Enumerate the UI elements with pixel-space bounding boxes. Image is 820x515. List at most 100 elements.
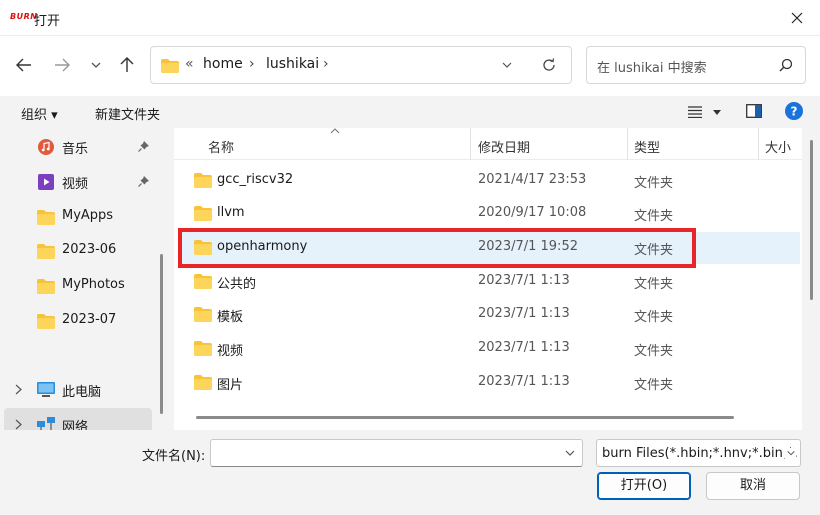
folder-icon	[194, 173, 212, 188]
search-icon	[779, 58, 793, 72]
chevron-down-icon[interactable]	[564, 448, 576, 458]
folder-icon	[37, 244, 55, 259]
organize-menu-button[interactable]: 组织 ▾	[21, 104, 58, 123]
recent-locations-button[interactable]	[83, 52, 109, 78]
file-row[interactable]: 图片 2023/7/1 1:13 文件夹	[182, 367, 800, 399]
file-type: 文件夹	[634, 344, 674, 359]
file-name: 图片	[217, 378, 244, 393]
pin-icon[interactable]	[138, 176, 149, 187]
file-type: 文件夹	[634, 310, 674, 325]
file-date: 2023/7/1 1:13	[478, 374, 570, 389]
column-header-type[interactable]: 类型	[634, 137, 660, 156]
file-name: 视频	[217, 344, 244, 359]
sidebar-item-label: MyPhotos	[62, 277, 125, 292]
folder-icon	[194, 206, 212, 221]
pin-icon[interactable]	[138, 141, 149, 152]
chevron-down-icon[interactable]	[784, 448, 796, 458]
folder-icon	[37, 210, 55, 225]
new-folder-button[interactable]: 新建文件夹	[95, 104, 160, 123]
file-date: 2020/9/17 10:08	[478, 205, 587, 220]
column-header-size[interactable]: 大小	[765, 137, 791, 156]
sidebar-item-music[interactable]: 音乐	[0, 130, 152, 164]
column-divider[interactable]	[470, 128, 471, 160]
annotation-highlight-box	[178, 228, 696, 268]
close-button[interactable]	[774, 0, 820, 36]
search-placeholder: 在 lushikai 中搜索	[597, 61, 707, 76]
search-box[interactable]: 在 lushikai 中搜索	[586, 46, 806, 84]
column-header-row: 名称 修改日期 类型 大小	[174, 128, 802, 160]
help-icon[interactable]: ?	[785, 102, 803, 120]
chevron-right-icon[interactable]	[15, 384, 22, 395]
file-type: 文件夹	[634, 209, 674, 224]
navigation-pane-scrollbar[interactable]	[160, 254, 163, 414]
window-title: 打开	[34, 14, 61, 29]
sidebar-item-2023-07[interactable]: 2023-07	[0, 304, 152, 338]
file-row[interactable]: 视频 2023/7/1 1:13 文件夹	[182, 333, 800, 365]
folder-icon	[194, 307, 212, 322]
folder-icon	[194, 274, 212, 289]
breadcrumb-separator-icon[interactable]: ›	[323, 56, 329, 72]
file-name: 模板	[217, 310, 244, 325]
horizontal-scrollbar[interactable]	[196, 416, 734, 419]
address-bar[interactable]: « home › lushikai ›	[150, 46, 572, 84]
file-type-filter-value: burn Files(*.hbin;*.hnv;*.bin;*.	[602, 446, 798, 461]
folder-icon	[161, 59, 179, 73]
back-button[interactable]	[11, 52, 37, 78]
file-row[interactable]: 模板 2023/7/1 1:13 文件夹	[182, 299, 800, 331]
breadcrumb-home[interactable]: home	[203, 56, 243, 72]
vertical-scrollbar[interactable]	[810, 140, 813, 300]
title-bar: BURN 打开	[0, 0, 820, 36]
sidebar-item-this-pc[interactable]: 此电脑	[0, 373, 152, 407]
view-list-icon[interactable]	[688, 106, 702, 118]
up-button[interactable]	[114, 52, 140, 78]
sort-ascending-icon	[330, 128, 340, 134]
folder-icon	[194, 341, 212, 356]
sidebar-item-video[interactable]: 视频	[0, 165, 152, 199]
file-date: 2023/7/1 1:13	[478, 306, 570, 321]
navigation-pane: 音乐 视频 MyApps 2023-06 MyPhotos 2023-07 此电…	[0, 128, 168, 430]
breadcrumb-separator-icon[interactable]: ›	[249, 56, 255, 72]
file-name: llvm	[217, 205, 245, 220]
sidebar-item-network[interactable]: 网络	[0, 408, 152, 430]
forward-button[interactable]	[49, 52, 75, 78]
column-header-name[interactable]: 名称	[208, 137, 234, 156]
sidebar-item-2023-06[interactable]: 2023-06	[0, 234, 152, 268]
breadcrumb-lushikai[interactable]: lushikai	[266, 56, 319, 72]
computer-icon	[37, 382, 55, 397]
command-bar: 组织 ▾ 新建文件夹 ?	[0, 96, 820, 128]
dialog-footer: 文件名(N): burn Files(*.hbin;*.hnv;*.bin;*.…	[0, 430, 820, 515]
close-icon	[791, 12, 803, 24]
video-icon	[38, 174, 54, 190]
arrow-right-icon	[55, 58, 70, 72]
file-list: 名称 修改日期 类型 大小 gcc_riscv32 2021/4/17 23:5…	[174, 128, 802, 430]
chevron-down-icon	[91, 62, 101, 68]
breadcrumb-overflow[interactable]: «	[185, 56, 194, 72]
file-date: 2021/4/17 23:53	[478, 172, 587, 187]
sidebar-item-label: 2023-07	[62, 312, 117, 327]
chevron-down-icon[interactable]	[501, 59, 513, 71]
filename-input[interactable]	[210, 439, 583, 467]
open-button[interactable]: 打开(O)	[597, 472, 691, 500]
column-header-date[interactable]: 修改日期	[478, 137, 530, 156]
sidebar-item-myphotos[interactable]: MyPhotos	[0, 269, 152, 303]
chevron-right-icon[interactable]	[15, 419, 22, 430]
column-divider[interactable]	[627, 128, 628, 160]
caret-down-icon[interactable]	[713, 110, 721, 115]
file-row[interactable]: llvm 2020/9/17 10:08 文件夹	[182, 198, 800, 230]
refresh-icon[interactable]	[541, 57, 557, 73]
cancel-button[interactable]: 取消	[706, 472, 800, 500]
file-date: 2023/7/1 1:13	[478, 273, 570, 288]
arrow-up-icon	[120, 57, 134, 72]
sidebar-item-label: MyApps	[62, 208, 114, 223]
preview-pane-icon[interactable]	[746, 104, 762, 118]
file-type: 文件夹	[634, 378, 674, 393]
file-name: gcc_riscv32	[217, 172, 294, 187]
file-type-filter-select[interactable]: burn Files(*.hbin;*.hnv;*.bin;*.	[596, 439, 801, 467]
folder-icon	[194, 375, 212, 390]
file-row[interactable]: 公共的 2023/7/1 1:13 文件夹	[182, 266, 800, 298]
column-divider[interactable]	[758, 128, 759, 160]
file-row[interactable]: gcc_riscv32 2021/4/17 23:53 文件夹	[182, 165, 800, 197]
sidebar-item-myapps[interactable]: MyApps	[0, 200, 152, 234]
music-icon	[38, 139, 54, 155]
sidebar-item-label: 2023-06	[62, 242, 117, 257]
